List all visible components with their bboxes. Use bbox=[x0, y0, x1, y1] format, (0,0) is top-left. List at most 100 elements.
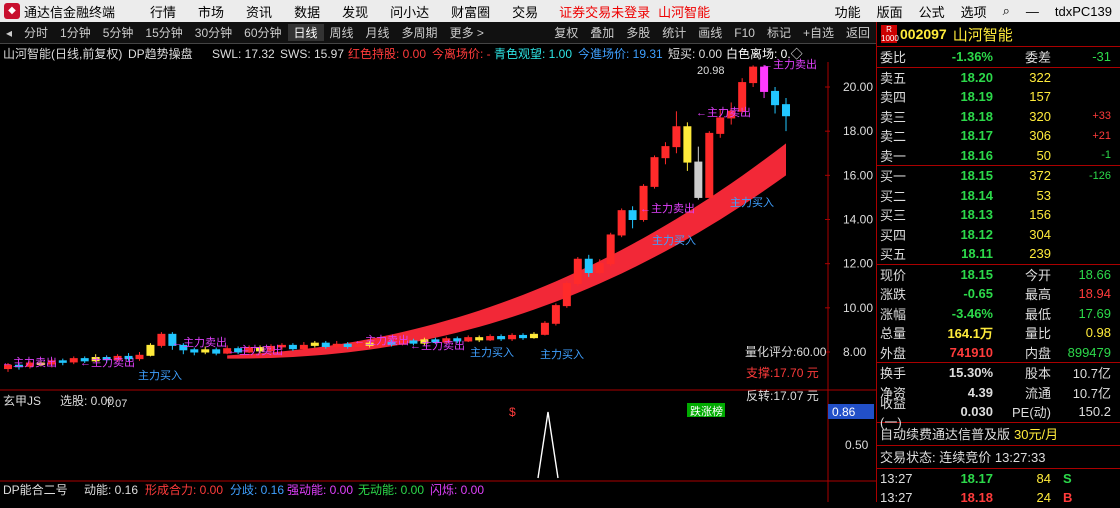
candle-body[interactable] bbox=[486, 336, 495, 341]
candle-body[interactable] bbox=[519, 334, 528, 339]
btn-fuquan[interactable]: 复权 bbox=[548, 24, 584, 41]
candle-body[interactable] bbox=[540, 322, 549, 335]
menu-banmian[interactable]: 版面 bbox=[869, 2, 911, 21]
menu-shuju[interactable]: 数据 bbox=[283, 2, 331, 21]
btn-duogu[interactable]: 多股 bbox=[620, 24, 656, 41]
candle-body[interactable] bbox=[69, 358, 78, 363]
minimize-icon[interactable]: — bbox=[1018, 4, 1047, 19]
period-5min[interactable]: 5分钟 bbox=[97, 24, 140, 41]
stat-row[interactable]: 外盘 741910 内盘 899479 bbox=[877, 343, 1120, 363]
menu-xuanxiang[interactable]: 选项 bbox=[953, 2, 995, 21]
ask-row[interactable]: 卖四 18.19 157 bbox=[877, 87, 1120, 107]
candle-body[interactable] bbox=[343, 343, 352, 347]
candle-body[interactable] bbox=[694, 161, 703, 198]
bid-row[interactable]: 买五 18.11 239 bbox=[877, 244, 1120, 264]
candle-body[interactable] bbox=[672, 126, 681, 148]
btn-huaxian[interactable]: 画线 bbox=[692, 24, 728, 41]
period-30min[interactable]: 30分钟 bbox=[189, 24, 238, 41]
ask-row[interactable]: 卖五 18.20 322 bbox=[877, 68, 1120, 88]
candle-body[interactable] bbox=[628, 210, 637, 221]
candle-body[interactable] bbox=[584, 258, 593, 273]
period-daily[interactable]: 日线 bbox=[287, 24, 324, 41]
candle-body[interactable] bbox=[288, 344, 297, 350]
menu-hangqing[interactable]: 行情 bbox=[139, 2, 187, 21]
stat-row[interactable]: 总量 164.1万 量比 0.98 bbox=[877, 323, 1120, 343]
candle-body[interactable] bbox=[212, 349, 221, 354]
period-1min[interactable]: 1分钟 bbox=[54, 24, 97, 41]
candle-body[interactable] bbox=[497, 336, 506, 340]
candle-body[interactable] bbox=[464, 337, 473, 342]
candle-body[interactable] bbox=[683, 126, 692, 163]
candle-body[interactable] bbox=[606, 234, 615, 265]
candle-body[interactable] bbox=[190, 349, 199, 353]
btn-diejia[interactable]: 叠加 bbox=[584, 24, 620, 41]
stat2-row[interactable]: 换手 15.30% 股本 10.7亿 bbox=[877, 363, 1120, 383]
candle-body[interactable] bbox=[749, 66, 758, 84]
btn-add-favorite[interactable]: +自选 bbox=[797, 24, 840, 41]
period-weekly[interactable]: 周线 bbox=[324, 24, 360, 41]
period-fenshi[interactable]: 分时 bbox=[18, 24, 54, 41]
candle-body[interactable] bbox=[661, 146, 670, 159]
ask-row[interactable]: 卖一 18.16 50 -1 bbox=[877, 146, 1120, 166]
candle-body[interactable] bbox=[771, 90, 780, 106]
tick-row[interactable]: 13:27 18.17 84 S bbox=[877, 469, 1120, 489]
menu-jiaoyi[interactable]: 交易 bbox=[501, 2, 549, 21]
candle-body[interactable] bbox=[58, 360, 67, 363]
menu-zixun[interactable]: 资讯 bbox=[235, 2, 283, 21]
period-15min[interactable]: 15分钟 bbox=[139, 24, 188, 41]
candle-body[interactable] bbox=[332, 343, 341, 347]
candle-body[interactable] bbox=[201, 349, 210, 353]
btn-f10[interactable]: F10 bbox=[728, 26, 761, 40]
bid-row[interactable]: 买四 18.12 304 bbox=[877, 225, 1120, 245]
period-monthly[interactable]: 月线 bbox=[360, 24, 396, 41]
menu-gongshi[interactable]: 公式 bbox=[911, 2, 953, 21]
period-multi[interactable]: 多周期 bbox=[396, 24, 444, 41]
candle-body[interactable] bbox=[551, 305, 560, 324]
candle-body[interactable] bbox=[705, 132, 714, 198]
candle-body[interactable] bbox=[562, 283, 571, 307]
menu-faxian[interactable]: 发现 bbox=[331, 2, 379, 21]
toolbar-left-arrow-icon[interactable]: ◂ bbox=[0, 26, 18, 40]
btn-biaoji[interactable]: 标记 bbox=[761, 24, 797, 41]
kline-chart[interactable]: 山河智能(日线,前复权) DP趋势操盘 SWL: 17.32 SWS: 15.9… bbox=[0, 44, 876, 502]
stock-code[interactable]: 002097 bbox=[900, 26, 947, 42]
candle-body[interactable] bbox=[529, 333, 538, 339]
menu-shichang[interactable]: 市场 bbox=[187, 2, 235, 21]
btn-back[interactable]: 返回 bbox=[840, 24, 876, 41]
stock-name[interactable]: 山河智能 bbox=[953, 24, 1013, 45]
candle-body[interactable] bbox=[299, 344, 308, 350]
candle-body[interactable] bbox=[573, 258, 582, 285]
login-warning[interactable]: 证券交易未登录 bbox=[559, 2, 650, 21]
ask-row[interactable]: 卖二 18.17 306 +21 bbox=[877, 126, 1120, 146]
menu-wenxiaoda[interactable]: 问小达 bbox=[379, 2, 440, 21]
ask-row[interactable]: 卖三 18.18 320 +33 bbox=[877, 107, 1120, 127]
candle-body[interactable] bbox=[650, 157, 659, 187]
stat-row[interactable]: 涨跌 -0.65 最高 18.94 bbox=[877, 284, 1120, 304]
candle-body[interactable] bbox=[617, 210, 626, 236]
candle-body[interactable] bbox=[475, 337, 484, 341]
period-60min[interactable]: 60分钟 bbox=[238, 24, 287, 41]
bid-row[interactable]: 买二 18.14 53 bbox=[877, 186, 1120, 206]
limit-tag[interactable]: 跌涨榜 bbox=[690, 404, 723, 418]
menu-caifuquan[interactable]: 财富圈 bbox=[440, 2, 501, 21]
btn-tongji[interactable]: 统计 bbox=[656, 24, 692, 41]
candle-body[interactable] bbox=[782, 104, 790, 117]
candle-body[interactable] bbox=[508, 334, 517, 340]
search-icon[interactable]: ⌕ bbox=[995, 3, 1018, 19]
stat2-row[interactable]: 收益(一) 0.030 PE(动) 150.2 bbox=[877, 396, 1120, 430]
stat-row[interactable]: 现价 18.15 今开 18.66 bbox=[877, 265, 1120, 285]
stat-row[interactable]: 涨幅 -3.46% 最低 17.69 bbox=[877, 304, 1120, 324]
bid-row[interactable]: 买一 18.15 372 -126 bbox=[877, 166, 1120, 186]
candle-body[interactable] bbox=[595, 263, 604, 274]
renew-banner[interactable]: 自动续费通达信普及版 30元/月 bbox=[877, 423, 1120, 445]
period-more[interactable]: 更多 > bbox=[444, 24, 490, 41]
tick-row[interactable]: 13:27 18.18 24 B bbox=[877, 488, 1120, 508]
candle-body[interactable] bbox=[135, 354, 144, 360]
bid-row[interactable]: 买三 18.13 156 bbox=[877, 205, 1120, 225]
candle-body[interactable] bbox=[321, 342, 330, 347]
menu-gongneng[interactable]: 功能 bbox=[827, 2, 869, 21]
candle-body[interactable] bbox=[146, 344, 155, 356]
candle-body[interactable] bbox=[310, 342, 319, 346]
candle-body[interactable] bbox=[716, 117, 725, 134]
candle-body[interactable] bbox=[157, 333, 166, 346]
